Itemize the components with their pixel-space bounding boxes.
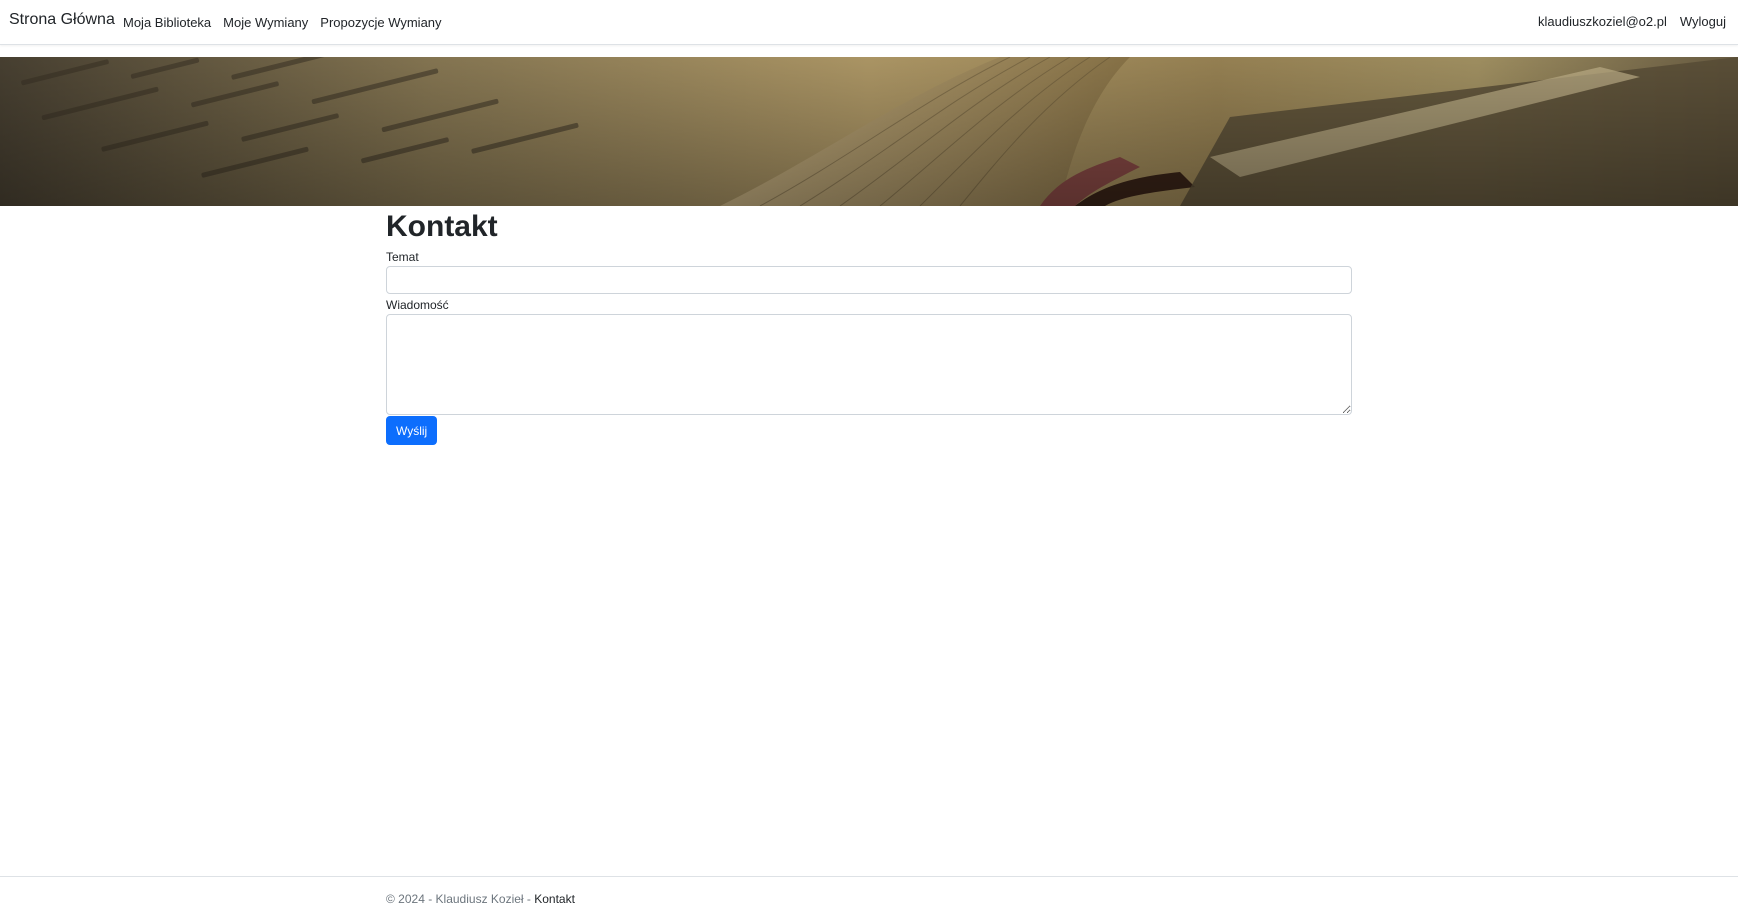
nav-link-my-exchanges[interactable]: Moje Wymiany (223, 15, 308, 30)
page-footer: © 2024 - Klaudiusz Kozieł - Kontakt (0, 876, 1738, 920)
footer-copyright: © 2024 - Klaudiusz Kozieł - (386, 892, 535, 906)
banner-image (0, 57, 1738, 206)
nav-link-my-library[interactable]: Moja Biblioteka (123, 15, 211, 30)
contact-form-section: Kontakt Temat Wiadomość Wyślij (386, 206, 1352, 445)
message-textarea[interactable] (386, 314, 1352, 415)
footer-text: © 2024 - Klaudiusz Kozieł - Kontakt (386, 892, 575, 906)
send-button[interactable]: Wyślij (386, 416, 438, 445)
user-email-link[interactable]: klaudiuszkoziel@o2.pl (1538, 14, 1667, 29)
message-label: Wiadomość (386, 298, 449, 312)
logout-link[interactable]: Wyloguj (1680, 14, 1726, 29)
footer-contact-link[interactable]: Kontakt (534, 892, 575, 906)
nav-links: Moja Biblioteka Moje Wymiany Propozycje … (123, 15, 442, 30)
subject-input[interactable] (386, 266, 1352, 294)
nav-user-area: klaudiuszkoziel@o2.pl Wyloguj (1538, 14, 1726, 29)
brand-home-link[interactable]: Strona Główna (9, 11, 115, 29)
contact-form: Temat Wiadomość Wyślij (386, 250, 1352, 445)
nav-link-exchange-proposals[interactable]: Propozycje Wymiany (320, 15, 441, 30)
subject-label: Temat (386, 250, 419, 264)
page-title: Kontakt (386, 210, 498, 243)
book-photo-illustration (0, 57, 1738, 206)
top-navbar: Strona Główna Moja Biblioteka Moje Wymia… (0, 0, 1738, 45)
